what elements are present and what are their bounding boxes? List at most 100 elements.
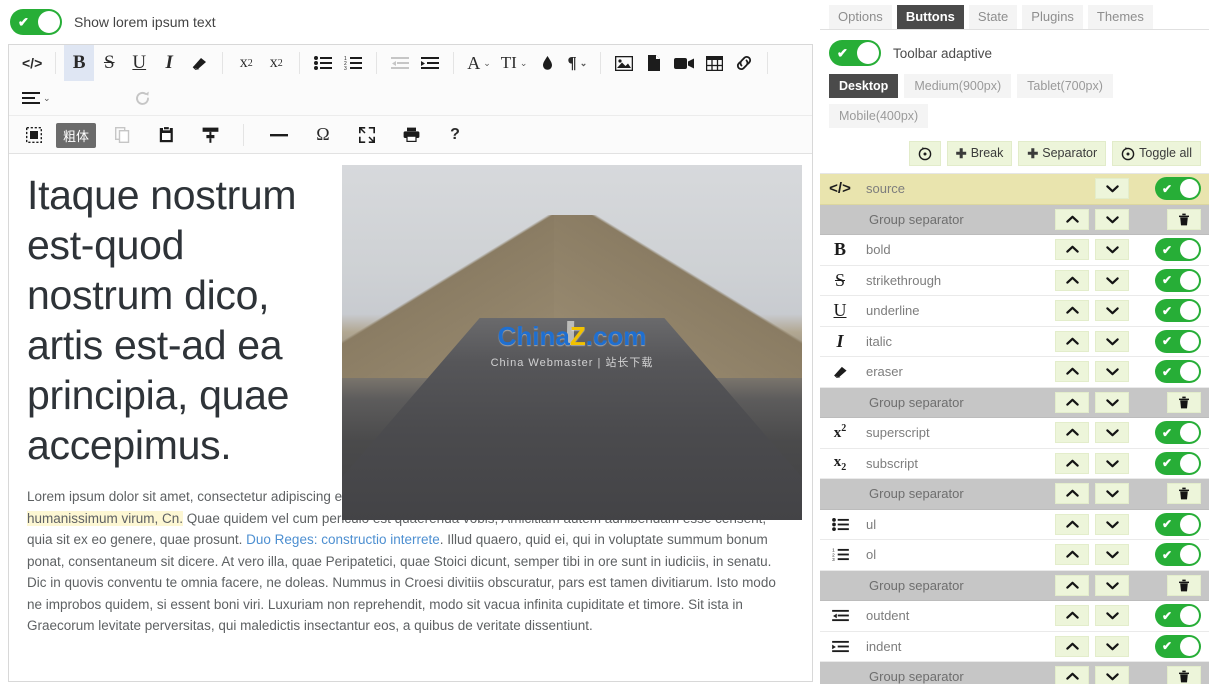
move-up-button[interactable] xyxy=(1055,452,1089,474)
button-list-separator-row[interactable]: Group separator xyxy=(820,387,1209,418)
tab-themes[interactable]: Themes xyxy=(1087,5,1153,29)
insert-file-icon[interactable] xyxy=(639,47,669,79)
move-up-button[interactable] xyxy=(1055,513,1089,535)
button-list-separator-row[interactable]: Group separator xyxy=(820,570,1209,601)
move-down-button[interactable] xyxy=(1095,330,1129,352)
strikethrough-button[interactable]: S xyxy=(94,47,124,79)
move-down-button[interactable] xyxy=(1095,239,1129,261)
button-enabled-toggle[interactable]: ✔ xyxy=(1155,360,1201,384)
print-icon[interactable] xyxy=(396,119,426,151)
select-all-icon[interactable] xyxy=(19,119,49,151)
button-enabled-toggle[interactable]: ✔ xyxy=(1155,512,1201,536)
tab-options[interactable]: Options xyxy=(829,5,892,29)
button-list-separator-row[interactable]: Group separator xyxy=(820,479,1209,510)
button-enabled-toggle[interactable]: ✔ xyxy=(1155,329,1201,353)
button-list-row[interactable]: outdent ✔ xyxy=(820,601,1209,632)
toolbar-adaptive-toggle[interactable]: ✔ xyxy=(829,40,881,66)
subscript-button[interactable]: x2 xyxy=(261,47,291,79)
move-down-button[interactable] xyxy=(1095,452,1129,474)
move-up-button[interactable] xyxy=(1055,361,1089,383)
breakpoint-mobile[interactable]: Mobile(400px) xyxy=(829,104,929,128)
button-enabled-toggle[interactable]: ✔ xyxy=(1155,421,1201,445)
move-down-button[interactable] xyxy=(1095,391,1129,413)
align-button[interactable]: ⌄ xyxy=(17,82,56,114)
tab-plugins[interactable]: Plugins xyxy=(1022,5,1083,29)
button-list-row[interactable]: Sstrikethrough ✔ xyxy=(820,265,1209,296)
delete-separator-button[interactable] xyxy=(1167,391,1201,413)
move-down-button[interactable] xyxy=(1095,178,1129,200)
delete-separator-button[interactable] xyxy=(1167,483,1201,505)
font-family-button[interactable]: A ⌄ xyxy=(462,47,496,79)
move-up-button[interactable] xyxy=(1055,239,1089,261)
button-enabled-toggle[interactable]: ✔ xyxy=(1155,299,1201,323)
button-list-row[interactable]: </> source ✔ xyxy=(820,174,1209,205)
breakpoint-desktop[interactable]: Desktop xyxy=(829,74,899,98)
button-list-row[interactable]: eraser ✔ xyxy=(820,357,1209,388)
move-up-button[interactable] xyxy=(1055,666,1089,684)
button-enabled-toggle[interactable]: ✔ xyxy=(1155,604,1201,628)
button-enabled-toggle[interactable]: ✔ xyxy=(1155,451,1201,475)
move-up-button[interactable] xyxy=(1055,574,1089,596)
source-code-button[interactable]: </> xyxy=(17,47,47,79)
move-up-button[interactable] xyxy=(1055,330,1089,352)
add-separator-button[interactable]: ✚ Separator xyxy=(1018,141,1107,166)
button-enabled-toggle[interactable]: ✔ xyxy=(1155,238,1201,262)
button-list-row[interactable]: Iitalic ✔ xyxy=(820,326,1209,357)
text-color-button[interactable] xyxy=(532,47,562,79)
move-down-button[interactable] xyxy=(1095,483,1129,505)
move-down-button[interactable] xyxy=(1095,422,1129,444)
redo-icon[interactable] xyxy=(128,82,158,114)
reset-button[interactable] xyxy=(908,141,941,166)
button-list-row[interactable]: Bbold ✔ xyxy=(820,235,1209,266)
delete-separator-button[interactable] xyxy=(1167,574,1201,596)
toggle-all-button[interactable]: Toggle all xyxy=(1112,141,1201,166)
breakpoint-medium[interactable]: Medium(900px) xyxy=(904,74,1012,98)
show-lorem-ipsum-toggle[interactable]: ✔ xyxy=(10,9,62,35)
move-down-button[interactable] xyxy=(1095,269,1129,291)
paragraph-link[interactable]: Duo Reges: constructio interrete xyxy=(246,532,440,547)
paste-icon[interactable] xyxy=(151,119,181,151)
italic-button[interactable]: I xyxy=(154,47,184,79)
button-list-row[interactable]: 1 2 3 ol ✔ xyxy=(820,540,1209,571)
underline-button[interactable]: U xyxy=(124,47,154,79)
indent-button[interactable] xyxy=(415,47,445,79)
button-enabled-toggle[interactable]: ✔ xyxy=(1155,543,1201,567)
bold-button[interactable]: B xyxy=(64,45,95,81)
copy-icon[interactable] xyxy=(107,119,137,151)
move-up-button[interactable] xyxy=(1055,544,1089,566)
button-list-separator-row[interactable]: Group separator xyxy=(820,662,1209,684)
help-button[interactable]: ? xyxy=(440,119,470,151)
insert-table-icon[interactable] xyxy=(699,47,729,79)
move-down-button[interactable] xyxy=(1095,605,1129,627)
outdent-button[interactable] xyxy=(385,47,415,79)
button-enabled-toggle[interactable]: ✔ xyxy=(1155,177,1201,201)
insert-image-icon[interactable] xyxy=(609,47,639,79)
paragraph-format-button[interactable]: ¶ ⌄ xyxy=(562,47,592,79)
button-list-row[interactable]: x2 subscript ✔ xyxy=(820,448,1209,479)
move-up-button[interactable] xyxy=(1055,300,1089,322)
special-character-button[interactable]: Ω xyxy=(308,119,338,151)
move-down-button[interactable] xyxy=(1095,208,1129,230)
insert-link-icon[interactable] xyxy=(729,47,759,79)
delete-separator-button[interactable] xyxy=(1167,666,1201,684)
move-down-button[interactable] xyxy=(1095,666,1129,684)
move-down-button[interactable] xyxy=(1095,544,1129,566)
move-up-button[interactable] xyxy=(1055,635,1089,657)
move-down-button[interactable] xyxy=(1095,635,1129,657)
move-up-button[interactable] xyxy=(1055,208,1089,230)
unordered-list-button[interactable] xyxy=(308,47,338,79)
move-up-button[interactable] xyxy=(1055,422,1089,444)
button-enabled-toggle[interactable]: ✔ xyxy=(1155,268,1201,292)
move-up-button[interactable] xyxy=(1055,269,1089,291)
move-down-button[interactable] xyxy=(1095,361,1129,383)
superscript-button[interactable]: x2 xyxy=(231,47,261,79)
horizontal-rule-icon[interactable] xyxy=(264,119,294,151)
button-list-row[interactable]: Uunderline ✔ xyxy=(820,296,1209,327)
ordered-list-button[interactable]: 1 2 3 xyxy=(338,47,368,79)
font-size-button[interactable]: TI ⌄ xyxy=(496,47,533,79)
button-list-separator-row[interactable]: Group separator xyxy=(820,204,1209,235)
button-list-row[interactable]: ul ✔ xyxy=(820,509,1209,540)
format-painter-icon[interactable] xyxy=(195,119,225,151)
tab-state[interactable]: State xyxy=(968,5,1018,29)
button-enabled-toggle[interactable]: ✔ xyxy=(1155,634,1201,658)
